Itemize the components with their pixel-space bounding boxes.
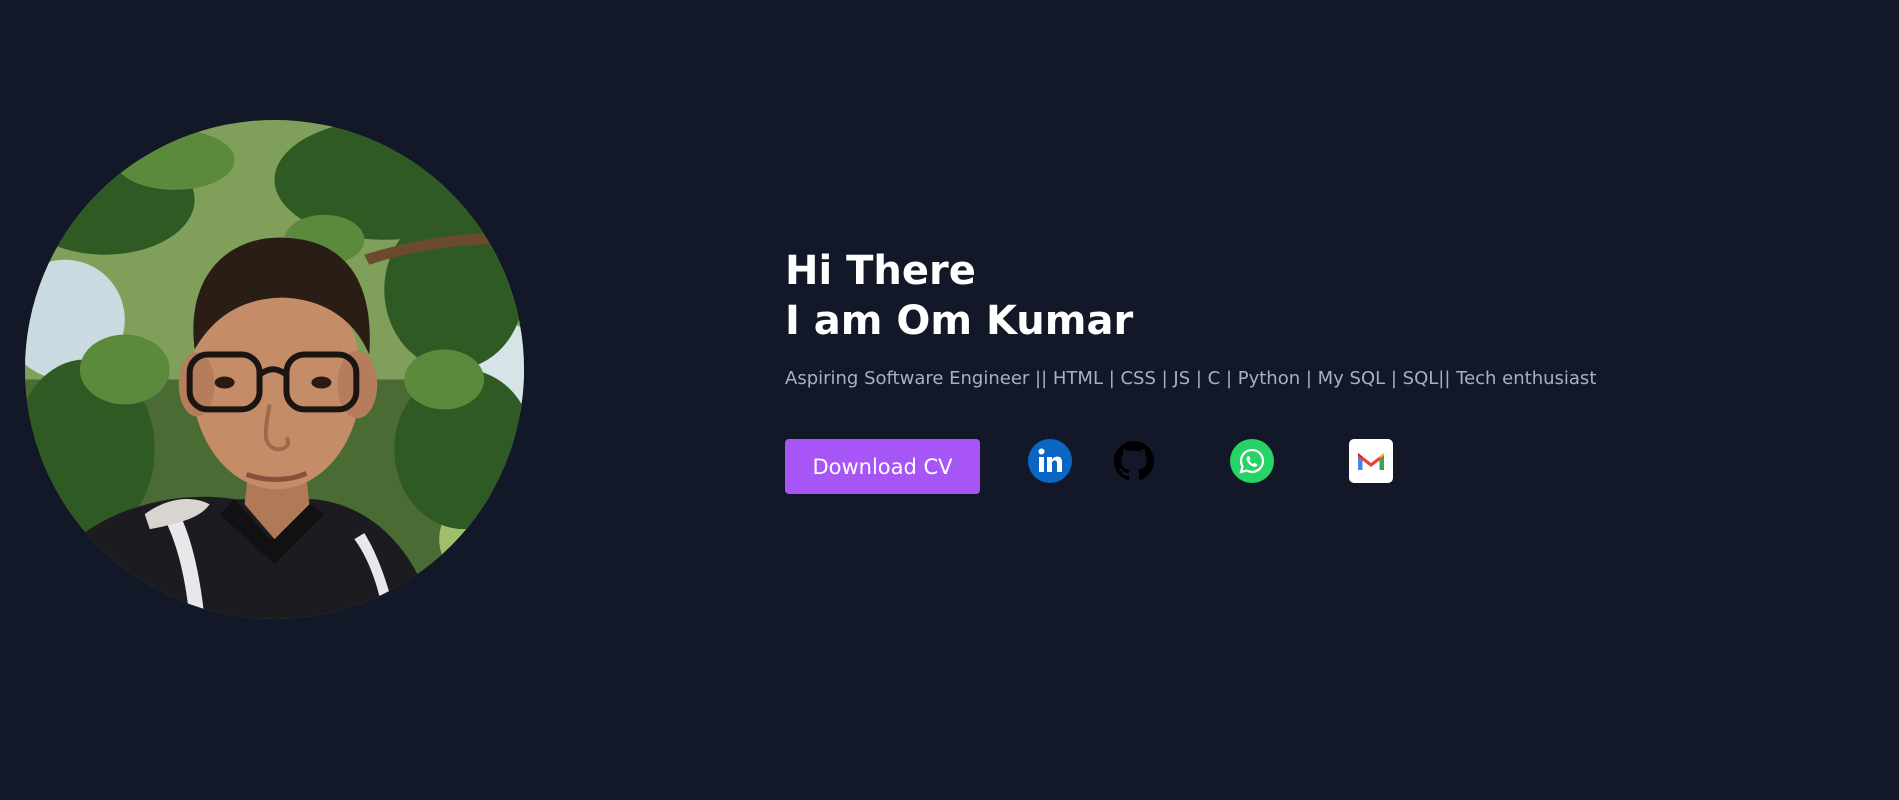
action-row: Download CV (785, 439, 1685, 495)
profile-photo (25, 120, 524, 619)
download-cv-button[interactable]: Download CV (785, 439, 980, 494)
github-icon (1114, 441, 1154, 481)
linkedin-icon (1028, 439, 1072, 483)
whatsapp-link[interactable] (1230, 439, 1274, 483)
tagline: Aspiring Software Engineer || HTML | CSS… (785, 368, 1597, 389)
github-link[interactable] (1112, 439, 1156, 483)
hero-section: Hi There I am Om Kumar Aspiring Software… (0, 0, 1899, 800)
intro-content: Hi There I am Om Kumar Aspiring Software… (785, 246, 1685, 494)
page-title: Hi There I am Om Kumar (785, 246, 1685, 346)
greeting-line-1: Hi There (785, 248, 976, 294)
gmail-link[interactable] (1349, 439, 1393, 483)
gmail-icon (1349, 439, 1393, 483)
whatsapp-icon (1230, 439, 1274, 483)
greeting-line-2: I am Om Kumar (785, 298, 1134, 344)
linkedin-link[interactable] (1028, 439, 1072, 483)
